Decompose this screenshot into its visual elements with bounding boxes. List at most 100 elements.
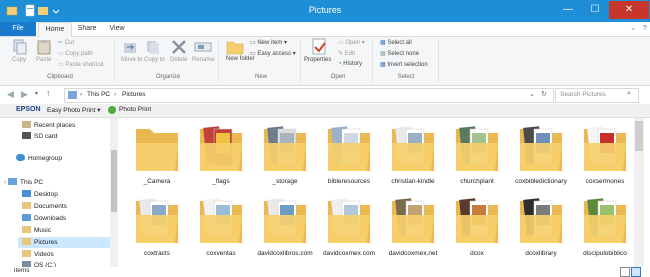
content-scrollbar[interactable] — [634, 118, 644, 267]
folder-item[interactable]: dcoxlibrary — [512, 193, 570, 265]
folder-item[interactable]: _Camera — [128, 121, 186, 193]
nav-music[interactable]: Music — [22, 225, 51, 236]
breadcrumb-this-pc[interactable]: This PC — [87, 91, 110, 98]
close-button[interactable]: ✕ — [609, 1, 649, 19]
easy-access-button[interactable]: ▭ Easy access ▾ — [250, 50, 296, 57]
refresh-icon[interactable]: ↻ — [541, 90, 547, 98]
nav-desktop[interactable]: Desktop — [22, 189, 58, 200]
copy-path-button[interactable]: ▭ Copy path — [58, 50, 93, 57]
select-none-label: Select none — [387, 51, 420, 57]
nav-scrollbar-thumb[interactable] — [111, 150, 117, 212]
minimize-button[interactable]: — — [555, 1, 581, 19]
folder-item[interactable]: churchplant — [448, 121, 506, 193]
help-icon[interactable]: ? — [640, 22, 650, 36]
paste-shortcut-button[interactable]: ▭ Paste shortcut — [58, 61, 104, 68]
up-button[interactable]: ↑ — [46, 88, 51, 98]
folder-item[interactable]: davidcoxmex.com — [320, 193, 378, 265]
rename-button[interactable] — [194, 39, 212, 57]
new-folder-button[interactable] — [226, 38, 244, 58]
forward-button[interactable]: ▶ — [21, 89, 28, 100]
back-button[interactable]: ◀ — [7, 89, 14, 100]
address-bar[interactable]: › This PC › Pictures ⌄ ↻ — [64, 88, 554, 103]
move-to-label: Move to — [121, 57, 143, 63]
search-placeholder: Search Pictures — [560, 91, 606, 98]
nav-pictures[interactable]: Pictures — [18, 237, 114, 248]
paste-button[interactable] — [36, 39, 52, 57]
folder-item[interactable]: dcox — [448, 193, 506, 265]
delete-button[interactable] — [170, 38, 188, 58]
nav-videos[interactable]: Videos — [22, 249, 54, 260]
history-icon: ◔ — [338, 61, 342, 67]
nav-label: This PC — [20, 179, 44, 186]
folder-label: davidcoxlibros.com — [257, 250, 313, 257]
nav-scrollbar[interactable] — [110, 118, 118, 267]
folder-item[interactable]: coxtracts — [128, 193, 186, 265]
folder-item[interactable]: _flags — [192, 121, 250, 193]
folder-item[interactable]: christian-kindle — [384, 121, 442, 193]
folder-label: christian-kindle — [391, 178, 435, 185]
folder-item[interactable]: davidcoxmex.net — [384, 193, 442, 265]
nav-this-pc[interactable]: › This PC — [4, 177, 43, 188]
nav-label: Videos — [34, 251, 54, 258]
open-button[interactable]: ▭ Open ▾ — [338, 39, 365, 46]
paste-shortcut-label: Paste shortcut — [65, 62, 104, 68]
nav-documents[interactable]: Documents — [22, 201, 67, 212]
videos-icon — [22, 250, 31, 257]
folder-label: dcox — [470, 250, 484, 257]
folder-label: coxtracts — [143, 250, 170, 257]
search-icon[interactable]: ⌕ — [627, 90, 631, 98]
folder-item[interactable]: coxsermones — [576, 121, 634, 193]
photo-print-button[interactable]: Photo Print — [119, 106, 151, 113]
new-folder-label: New folder — [226, 56, 255, 62]
cut-label: Cut — [64, 40, 75, 46]
easy-photo-print-button[interactable]: Easy Photo Print ▾ — [47, 106, 100, 114]
folder-item[interactable]: coxbibledictionary — [512, 121, 570, 193]
tab-home[interactable]: Home — [38, 22, 72, 37]
expand-ribbon-icon[interactable]: ⌄ — [628, 22, 638, 36]
tab-file[interactable]: File — [0, 22, 36, 36]
ribbon-tabs: File Home Share View ⌄ ? — [0, 22, 650, 37]
folder-item[interactable]: bibleresources — [320, 121, 378, 193]
pictures-icon — [68, 91, 77, 99]
search-box[interactable]: Search Pictures ⌕ — [555, 88, 639, 103]
edit-button[interactable]: ✎ Edit — [338, 50, 355, 57]
folder-label: churchplant — [460, 178, 494, 185]
breadcrumb-pictures[interactable]: Pictures — [122, 91, 145, 98]
copy-to-button[interactable] — [145, 39, 161, 57]
folder-label: discipulobiblico — [583, 250, 627, 257]
invert-selection-button[interactable]: ▦ Invert selection — [380, 61, 428, 68]
nav-recent-places[interactable]: Recent places — [22, 120, 75, 131]
group-separator — [372, 40, 373, 82]
tab-share[interactable]: Share — [72, 22, 102, 36]
folder-item[interactable]: discipulobiblico — [576, 193, 634, 265]
nav-label: Music — [34, 227, 51, 234]
move-to-button[interactable] — [122, 39, 138, 57]
cut-button[interactable]: ✂ Cut — [58, 39, 74, 46]
address-dropdown-icon[interactable]: ⌄ — [529, 90, 535, 98]
folder-icon — [136, 129, 178, 171]
folder-item[interactable]: coxventas — [192, 193, 250, 265]
folder-icon — [584, 198, 626, 243]
status-items: items — [14, 267, 30, 274]
nav-homegroup[interactable]: Homegroup — [16, 153, 62, 164]
new-item-label: New item ▾ — [257, 40, 288, 46]
folder-item[interactable]: _storage — [256, 121, 314, 193]
folder-icon — [520, 198, 562, 243]
folder-item[interactable]: davidcoxlibros.com — [256, 193, 314, 265]
this-pc-icon — [8, 178, 17, 185]
copy-button[interactable] — [12, 39, 28, 57]
copy-label: Copy — [12, 57, 27, 63]
content-scrollbar-thumb[interactable] — [635, 121, 643, 151]
properties-button[interactable] — [310, 38, 328, 58]
select-all-button[interactable]: ▦ Select all — [380, 39, 412, 46]
tab-view[interactable]: View — [104, 22, 130, 36]
nav-sd-card[interactable]: SD card — [22, 131, 57, 142]
nav-downloads[interactable]: Downloads — [22, 213, 66, 224]
recent-locations-button[interactable]: ▾ — [35, 90, 38, 97]
folder-icon — [392, 198, 434, 243]
folder-icon — [136, 198, 178, 243]
maximize-button[interactable]: ☐ — [582, 1, 608, 19]
select-none-button[interactable]: ▦ Select none — [380, 50, 419, 57]
history-button[interactable]: ◔ History — [338, 61, 362, 67]
new-item-button[interactable]: ▭ New item ▾ — [250, 39, 287, 46]
